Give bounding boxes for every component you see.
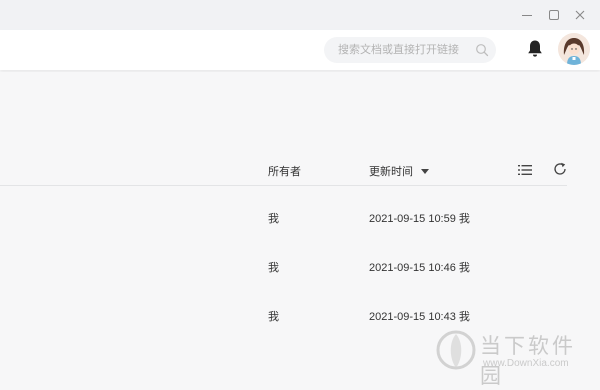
row-owner: 我 xyxy=(268,311,279,323)
column-header-owner[interactable]: 所有者 xyxy=(268,163,301,179)
bell-icon[interactable] xyxy=(526,39,544,59)
avatar[interactable] xyxy=(558,33,590,65)
row-updated-time: 2021-09-15 10:59 我 xyxy=(369,213,470,225)
minimize-button[interactable] xyxy=(519,7,535,23)
caret-down-icon[interactable] xyxy=(421,168,429,174)
maximize-icon xyxy=(549,10,559,20)
row-owner: 我 xyxy=(268,262,279,274)
header-divider xyxy=(0,185,567,186)
watermark: 当下软件园 www.DownXia.com xyxy=(436,326,596,388)
row-updated-time: 2021-09-15 10:46 我 xyxy=(369,262,470,274)
avatar-image xyxy=(558,33,590,65)
list-view-icon[interactable] xyxy=(518,164,532,176)
column-header-updated[interactable]: 更新时间 xyxy=(369,163,429,179)
refresh-icon[interactable] xyxy=(553,162,567,176)
close-button[interactable] xyxy=(572,7,588,23)
column-header-updated-label: 更新时间 xyxy=(369,166,413,178)
table-row[interactable]: 我 2021-09-15 10:46 我 xyxy=(0,243,600,291)
search-box[interactable] xyxy=(324,37,496,63)
maximize-button[interactable] xyxy=(546,7,562,23)
search-input[interactable] xyxy=(338,40,468,60)
watermark-subtitle: www.DownXia.com xyxy=(483,358,569,369)
watermark-logo xyxy=(436,330,476,370)
table-row[interactable]: 我 2021-09-15 10:59 我 xyxy=(0,194,600,242)
title-bar xyxy=(0,0,600,30)
header-bar xyxy=(0,30,600,70)
minimize-icon xyxy=(522,15,532,16)
close-icon xyxy=(575,10,585,20)
row-owner: 我 xyxy=(268,213,279,225)
search-icon[interactable] xyxy=(475,43,489,57)
row-updated-time: 2021-09-15 10:43 我 xyxy=(369,311,470,323)
